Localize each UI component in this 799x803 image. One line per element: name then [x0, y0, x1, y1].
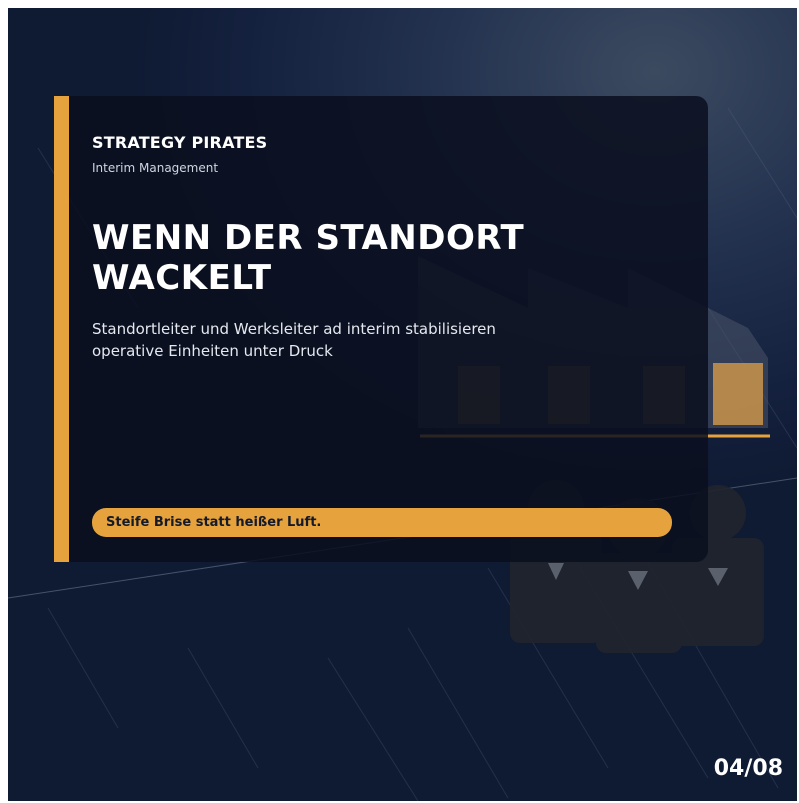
- headline-line-2: WACKELT: [92, 258, 272, 298]
- subheadline-line-2: operative Einheiten unter Druck: [92, 342, 333, 360]
- accent-bar: [54, 96, 69, 562]
- page-number: 04/08: [713, 756, 783, 781]
- headline: WENN DER STANDORT WACKELT: [92, 218, 692, 298]
- brand-name: STRATEGY PIRATES: [92, 133, 268, 152]
- subheadline-line-1: Standortleiter und Werksleiter ad interi…: [92, 320, 496, 338]
- tagline-pill: Steife Brise statt heißer Luft.: [92, 508, 672, 537]
- headline-line-1: WENN DER STANDORT: [92, 218, 525, 258]
- slide: STRATEGY PIRATES Interim Management WENN…: [8, 8, 797, 801]
- subheadline: Standortleiter und Werksleiter ad interi…: [92, 318, 652, 362]
- brand-subtitle: Interim Management: [92, 161, 219, 175]
